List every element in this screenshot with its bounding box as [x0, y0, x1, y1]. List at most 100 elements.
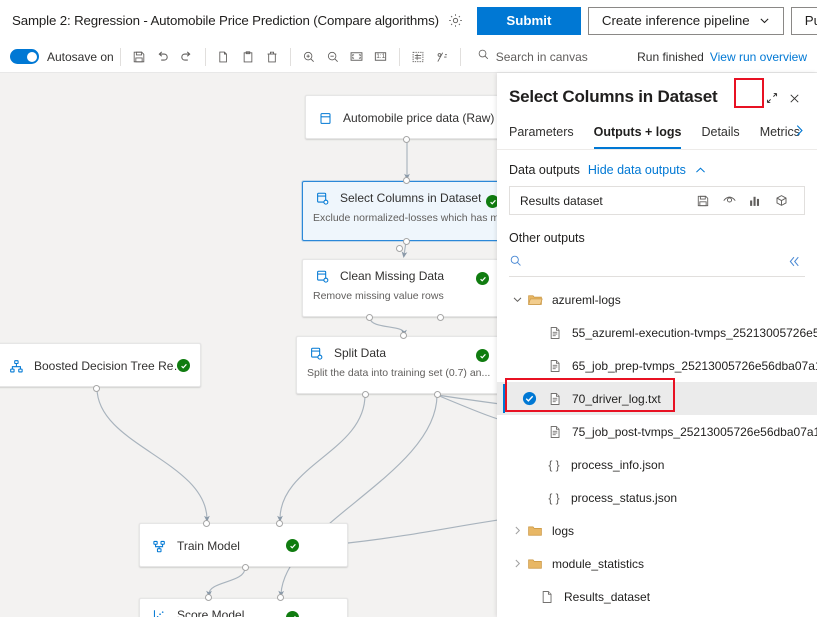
tree-item-label: Results_dataset	[564, 590, 650, 604]
tree-item-label: module_statistics	[552, 557, 644, 571]
run-status-area: Run finished View run overview	[637, 41, 807, 73]
node-title: Clean Missing Data	[340, 269, 444, 283]
tab-outputs-logs[interactable]: Outputs + logs	[594, 115, 682, 149]
tab-parameters[interactable]: Parameters	[509, 115, 574, 149]
pipeline-node-clean-missing-data[interactable]: Clean Missing Data Remove missing value …	[302, 259, 500, 317]
comment-icon[interactable]	[431, 46, 453, 68]
undo-icon[interactable]	[152, 46, 174, 68]
tree-item-70-driver-log[interactable]: 70_driver_log.txt	[497, 382, 817, 415]
node-input-port[interactable]	[403, 177, 410, 184]
create-inference-pipeline-button[interactable]: Create inference pipeline	[588, 7, 784, 35]
pipeline-designer-app: Sample 2: Regression - Automobile Price …	[0, 0, 817, 617]
node-input-port[interactable]	[400, 332, 407, 339]
search-input[interactable]: Search in canvas	[477, 48, 588, 66]
zoom-in-icon[interactable]	[298, 46, 320, 68]
submit-button[interactable]: Submit	[477, 7, 581, 35]
tree-item-75-job-post[interactable]: 75_job_post-tvmps_25213005726e56dba07a1e…	[497, 415, 817, 448]
pipeline-node-split-data[interactable]: Split Data Split the data into training …	[296, 336, 500, 394]
status-badge-completed	[476, 349, 489, 362]
tree-item-module-statistics[interactable]: module_statistics	[497, 547, 817, 580]
tree-item-label: 70_driver_log.txt	[572, 392, 661, 406]
node-output-port[interactable]	[437, 314, 444, 321]
tab-details[interactable]: Details	[701, 115, 739, 149]
toolbar-divider	[120, 48, 121, 66]
toolbar-divider	[399, 48, 400, 66]
node-input-port[interactable]	[203, 520, 210, 527]
create-inference-pipeline-label: Create inference pipeline	[602, 13, 750, 28]
gear-icon[interactable]	[448, 10, 463, 32]
node-output-port[interactable]	[403, 238, 410, 245]
hide-data-outputs-link[interactable]: Hide data outputs	[588, 163, 686, 177]
tree-item-logs[interactable]: logs	[497, 514, 817, 547]
node-input-port[interactable]	[277, 594, 284, 601]
node-output-port[interactable]	[366, 314, 373, 321]
node-output-port[interactable]	[362, 391, 369, 398]
node-output-port[interactable]	[403, 136, 410, 143]
tree-item-65-job-prep[interactable]: 65_job_prep-tvmps_25213005726e56dba07a1e…	[497, 349, 817, 382]
view-run-overview-link[interactable]: View run overview	[710, 50, 807, 64]
node-input-port[interactable]	[276, 520, 283, 527]
other-outputs-tree: azureml-logs 55_azureml-execution-tvmps_…	[497, 283, 817, 613]
toolbar-divider	[205, 48, 206, 66]
checkbox-checked-icon[interactable]	[519, 391, 539, 406]
status-badge-completed	[286, 539, 299, 552]
other-outputs-search-input[interactable]	[509, 250, 805, 277]
node-output-port[interactable]	[434, 391, 441, 398]
zoom-out-icon[interactable]	[322, 46, 344, 68]
register-dataset-icon[interactable]	[768, 188, 794, 214]
panel-tabs: Parameters Outputs + logs Details Metric…	[497, 115, 817, 150]
module-dataset-icon	[313, 269, 331, 284]
pipeline-node-score-model[interactable]: Score Model Use the test set to get the …	[139, 598, 348, 617]
chevron-right-icon[interactable]	[509, 556, 525, 572]
chevron-right-icon[interactable]	[509, 523, 525, 539]
tree-item-results-dataset[interactable]: Results_dataset	[497, 580, 817, 613]
pipeline-node-select-columns-in-dataset[interactable]: Select Columns in Dataset Exclude normal…	[302, 181, 510, 241]
data-outputs-section-header: Data outputs Hide data outputs	[497, 150, 817, 177]
page-title: Sample 2: Regression - Automobile Price …	[12, 13, 439, 28]
node-output-port[interactable]	[242, 564, 249, 571]
chevron-up-icon[interactable]	[694, 164, 707, 177]
visualize-chart-icon[interactable]	[742, 188, 768, 214]
publish-button[interactable]: Publish	[791, 7, 817, 35]
module-dataset-icon	[313, 191, 331, 206]
status-badge-completed	[476, 272, 489, 285]
panel-header: Select Columns in Dataset	[497, 73, 817, 115]
auto-layout-icon[interactable]	[407, 46, 429, 68]
file-text-icon	[545, 326, 565, 340]
node-output-port[interactable]	[93, 385, 100, 392]
tree-item-process-info-json[interactable]: { } process_info.json	[497, 448, 817, 481]
algorithm-icon	[7, 359, 25, 374]
pipeline-node-train-model[interactable]: Train Model	[139, 523, 348, 567]
chevron-right-icon[interactable]	[792, 123, 807, 143]
autosave-toggle[interactable]	[10, 49, 39, 64]
tree-item-process-status-json[interactable]: { } process_status.json	[497, 481, 817, 514]
collapse-all-icon[interactable]	[786, 253, 803, 275]
node-subtitle: Remove missing value rows	[303, 290, 499, 302]
node-input-port[interactable]	[396, 245, 403, 252]
results-dataset-row[interactable]: Results dataset	[509, 186, 805, 215]
close-icon[interactable]	[783, 87, 805, 109]
chevron-down-icon[interactable]	[509, 292, 525, 308]
tree-item-label: process_status.json	[571, 491, 677, 505]
node-input-port[interactable]	[205, 594, 212, 601]
tree-item-azureml-logs[interactable]: azureml-logs	[497, 283, 817, 316]
paste-icon[interactable]	[237, 46, 259, 68]
expand-icon[interactable]	[761, 87, 783, 109]
save-icon[interactable]	[128, 46, 150, 68]
redo-icon[interactable]	[176, 46, 198, 68]
pipeline-node-automobile-price-data[interactable]: Automobile price data (Raw)	[305, 95, 510, 139]
search-placeholder: Search in canvas	[496, 50, 588, 64]
copy-icon[interactable]	[213, 46, 235, 68]
file-blank-icon	[537, 590, 557, 604]
node-title: Score Model	[177, 608, 244, 617]
delete-icon[interactable]	[261, 46, 283, 68]
fit-to-screen-icon[interactable]	[346, 46, 368, 68]
tree-item-55-azureml-execution[interactable]: 55_azureml-execution-tvmps_25213005726e5…	[497, 316, 817, 349]
save-dataset-icon[interactable]	[690, 188, 716, 214]
tree-item-label: azureml-logs	[552, 293, 621, 307]
preview-eye-icon[interactable]	[716, 188, 742, 214]
file-text-icon	[545, 359, 565, 373]
pipeline-node-boosted-decision-tree-regression[interactable]: Boosted Decision Tree Regre...	[0, 343, 201, 387]
zoom-actual-size-icon[interactable]: 1:1	[370, 46, 392, 68]
file-text-icon	[545, 392, 565, 406]
